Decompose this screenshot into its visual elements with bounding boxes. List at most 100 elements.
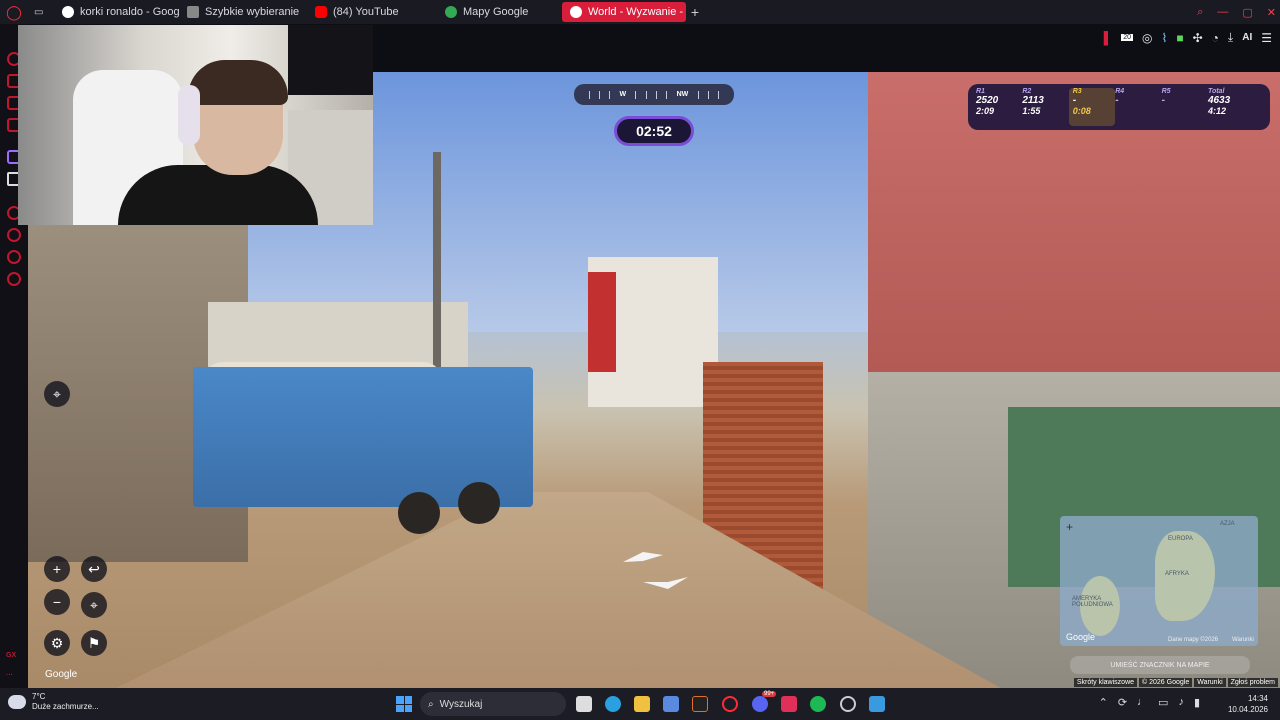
tab-youtube[interactable]: (84) YouTube	[307, 0, 437, 24]
tab-google-search[interactable]: korki ronaldo - Google Se	[54, 0, 179, 24]
minimap-terms-link[interactable]: Warunki	[1232, 637, 1254, 643]
taskbar-search[interactable]: ⌕ Wyszukaj	[420, 692, 566, 716]
microphone-icon[interactable]: ♩	[1137, 696, 1148, 709]
windows-taskbar: 7°C Duże zachmurze... ⌕ Wyszukaj 99+ ⌃ ⟳…	[0, 688, 1280, 720]
undo-move-button[interactable]: ↩	[81, 556, 107, 582]
vpn-icon[interactable]: ◔	[1212, 31, 1219, 45]
round-5: R5 -	[1162, 88, 1208, 126]
nav-arrow-forward[interactable]	[623, 552, 663, 562]
total-time: 4:12	[1207, 106, 1226, 116]
location-pin-icon: ⌖	[90, 596, 98, 613]
tab-geoguessr[interactable]: World - Wyzwanie - G	[562, 2, 686, 22]
settings-icon[interactable]	[7, 272, 21, 286]
opera-gx-logo-icon[interactable]: ◯	[0, 0, 28, 24]
place-marker-button[interactable]: UMIEŚĆ ZNACZNIK NA MAPIE	[1070, 656, 1250, 674]
extension-icon-2[interactable]: ⌇	[1162, 31, 1168, 45]
round-4: R4 -	[1115, 88, 1161, 126]
return-to-start-button[interactable]: ⌖	[81, 592, 107, 618]
search-tabs-icon[interactable]: ⌕	[1197, 6, 1203, 19]
battery-icon[interactable]: ▮	[1194, 696, 1200, 709]
compass-tick	[645, 90, 647, 99]
minimap-zoom-in-icon[interactable]: +	[1066, 520, 1073, 534]
chevron-up-icon[interactable]: ⌃	[1099, 696, 1108, 709]
round-time: 0:08	[1072, 106, 1091, 116]
new-tab-button[interactable]: +	[686, 3, 704, 21]
menu-icon[interactable]: ☰	[1261, 31, 1272, 45]
report-problem-link[interactable]: Zgłoś problem	[1227, 678, 1278, 687]
weather-widget[interactable]: 7°C Duże zachmurze...	[8, 692, 99, 712]
task-view-icon[interactable]	[576, 696, 592, 712]
guess-minimap[interactable]: EUROPA AFRYKA AMERYKA POŁUDNIOWA AZJA + …	[1060, 516, 1258, 646]
tab-sidebar-toggle[interactable]: ▭	[28, 0, 54, 24]
round-score: 2113	[1022, 95, 1044, 106]
sidebar-icon-gx[interactable]	[7, 250, 21, 264]
cloud-icon	[8, 695, 26, 709]
settings-button[interactable]: ⚙	[44, 630, 70, 656]
total-points: 4633	[1207, 95, 1231, 106]
bookmark-bar-icon[interactable]: ▌	[1104, 31, 1113, 45]
zoom-out-button[interactable]: −	[44, 589, 70, 615]
geoguessr-icon	[570, 6, 582, 18]
tab-title: korki ronaldo - Google Se	[80, 6, 179, 18]
tab-list-icon: ▭	[34, 6, 44, 18]
volume-icon[interactable]: ♪	[1178, 696, 1184, 709]
weather-text: 7°C Duże zachmurze...	[32, 692, 99, 712]
compass-direction-w: W	[619, 91, 627, 98]
edge-icon[interactable]	[605, 696, 621, 712]
tab-speed-dial[interactable]: Szybkie wybieranie	[179, 0, 307, 24]
webcam-monitor	[288, 25, 373, 95]
gear-icon: ⚙	[50, 634, 64, 651]
spotify-icon[interactable]	[810, 696, 826, 712]
more-icon[interactable]: ···	[6, 672, 13, 679]
minimap-label-south-america: AMERYKA POŁUDNIOWA	[1072, 596, 1113, 608]
extension-icon-3[interactable]: ■	[1176, 31, 1183, 45]
tab-title: Szybkie wybieranie	[205, 6, 300, 18]
flag-button[interactable]: ⚑	[81, 630, 107, 656]
notification-badge[interactable]: 20	[1121, 34, 1134, 41]
windows-logo-tile	[396, 696, 404, 704]
puzzle-icon[interactable]: ✣	[1193, 31, 1203, 45]
compass-tick	[598, 90, 600, 99]
opera-gx-icon[interactable]	[722, 696, 738, 712]
tab-google-maps[interactable]: Mapy Google	[437, 0, 562, 24]
discord-icon[interactable]	[752, 696, 768, 712]
round-score: -	[1115, 95, 1119, 106]
sync-icon[interactable]: ⟳	[1118, 696, 1127, 709]
compass-tick	[718, 90, 720, 99]
tiktok-icon[interactable]	[781, 696, 797, 712]
round-score: 2520	[976, 95, 999, 106]
extension-icon-1[interactable]: ◎	[1142, 31, 1152, 45]
start-button[interactable]	[396, 696, 412, 712]
minimap-label-africa: AFRYKA	[1165, 571, 1189, 577]
ai-button[interactable]: AI	[1242, 32, 1252, 43]
file-explorer-icon[interactable]	[634, 696, 650, 712]
total-score: Total 4633 4:12	[1208, 88, 1262, 126]
store-icon[interactable]	[663, 696, 679, 712]
round-label: R2	[1022, 88, 1032, 95]
compass-tick	[666, 90, 668, 99]
zoom-in-button[interactable]: +	[44, 556, 70, 582]
app-icon-dark[interactable]	[692, 696, 708, 712]
terms-link[interactable]: Warunki	[1194, 678, 1226, 687]
taskbar-clock[interactable]: 14:34 10.04.2026	[1228, 693, 1268, 715]
compass-tick	[697, 90, 699, 99]
app-grid-icon[interactable]	[869, 696, 885, 712]
round-score: -	[1161, 95, 1165, 106]
maximize-button[interactable]: ▢	[1242, 6, 1252, 19]
navigation-arrows[interactable]	[618, 547, 708, 597]
speed-dial-icon	[187, 6, 199, 18]
search-placeholder: Wyszukaj	[439, 698, 483, 710]
pin-location-button[interactable]: ⌖	[44, 381, 70, 407]
webcam-person-body	[118, 165, 318, 225]
keyboard-shortcuts-link[interactable]: Skróty klawiszowe	[1073, 678, 1138, 687]
download-icon[interactable]: ⤓	[1228, 30, 1233, 45]
network-icon[interactable]: ▭	[1158, 696, 1168, 709]
webcam-overlay	[18, 25, 373, 225]
history-icon[interactable]	[7, 228, 21, 242]
close-button[interactable]: ✕	[1267, 6, 1276, 19]
app-icon-circle[interactable]	[840, 696, 856, 712]
building-red-facade	[588, 272, 616, 372]
plus-icon: +	[52, 561, 62, 577]
nav-arrow-back[interactable]	[643, 577, 688, 589]
minimize-button[interactable]: —	[1217, 6, 1228, 18]
